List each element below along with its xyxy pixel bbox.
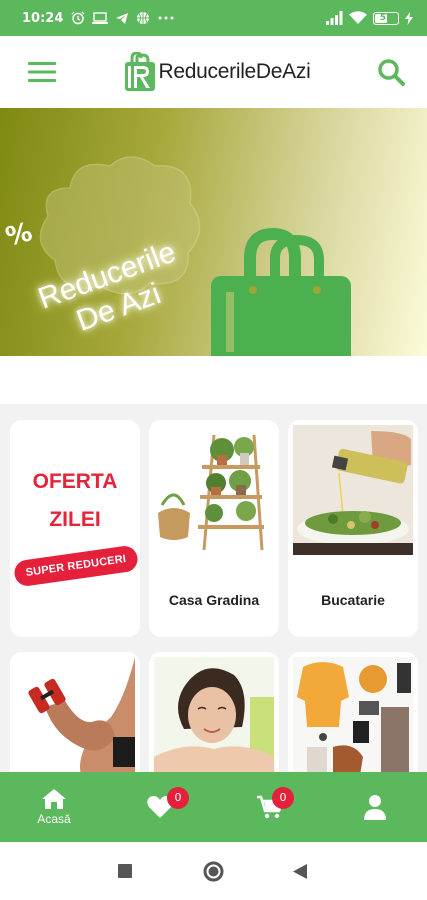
nav-account[interactable] bbox=[355, 772, 395, 842]
battery-icon: 57 bbox=[373, 11, 399, 25]
app-screen: 10:24 57 ReducerileDeAzi % Reducerile De… bbox=[0, 0, 427, 900]
back-button-icon[interactable] bbox=[293, 864, 307, 879]
category-label: Bucatarie bbox=[321, 592, 385, 608]
woman-face-image bbox=[154, 657, 274, 787]
app-logo[interactable]: ReducerileDeAzi bbox=[123, 52, 311, 92]
plant-shelf-image bbox=[154, 425, 274, 555]
alarm-icon bbox=[71, 11, 85, 25]
shopping-bag-icon bbox=[211, 228, 351, 356]
favorites-count-badge: 0 bbox=[167, 787, 189, 809]
laptop-icon bbox=[92, 11, 109, 24]
bottom-navigation: Acasă 0 0 bbox=[0, 772, 427, 842]
home-button-icon[interactable] bbox=[203, 861, 224, 882]
system-navigation-bar bbox=[0, 842, 427, 900]
offer-of-the-day-card[interactable]: OFERTA ZILEI SUPER REDUCERI bbox=[10, 420, 140, 637]
category-label: Casa Gradina bbox=[168, 592, 260, 608]
category-card-casa-gradina[interactable]: Casa Gradina bbox=[149, 420, 279, 637]
status-time: 10:24 bbox=[22, 10, 64, 26]
charging-icon bbox=[405, 11, 413, 25]
more-dots-icon bbox=[158, 16, 174, 20]
offer-title-line2: ZILEI bbox=[49, 508, 101, 531]
recent-apps-icon[interactable] bbox=[118, 864, 132, 878]
logo-text: ReducerileDeAzi bbox=[158, 60, 311, 83]
banner-spacer bbox=[0, 356, 427, 404]
wifi-icon bbox=[349, 11, 367, 24]
offer-title-line1: OFERTA bbox=[32, 470, 118, 493]
app-bar: ReducerileDeAzi bbox=[0, 36, 427, 108]
category-card-bucatarie[interactable]: Bucatarie bbox=[288, 420, 418, 637]
cart-count-badge: 0 bbox=[272, 787, 294, 809]
nav-cart[interactable]: 0 bbox=[250, 772, 294, 842]
hamburger-menu-icon[interactable] bbox=[28, 62, 56, 82]
promo-banner[interactable]: % Reducerile De Azi bbox=[0, 108, 427, 356]
nav-favorites[interactable]: 0 bbox=[140, 772, 189, 842]
salad-oil-image bbox=[293, 425, 413, 555]
dumbbell-arm-image bbox=[15, 657, 135, 787]
search-icon[interactable] bbox=[377, 58, 405, 86]
basketball-icon bbox=[137, 12, 150, 24]
status-bar: 10:24 57 bbox=[0, 0, 427, 36]
super-reduceri-badge: SUPER REDUCERI bbox=[12, 544, 140, 588]
home-icon bbox=[42, 789, 66, 809]
user-icon bbox=[364, 795, 386, 820]
telegram-icon bbox=[116, 12, 129, 24]
shopping-bag-logo-icon bbox=[124, 52, 155, 91]
signal-icon bbox=[326, 11, 343, 25]
battery-level: 57 bbox=[379, 12, 393, 23]
fashion-items-image bbox=[293, 657, 413, 787]
nav-home-label: Acasă bbox=[37, 812, 71, 826]
nav-home[interactable]: Acasă bbox=[28, 772, 80, 842]
